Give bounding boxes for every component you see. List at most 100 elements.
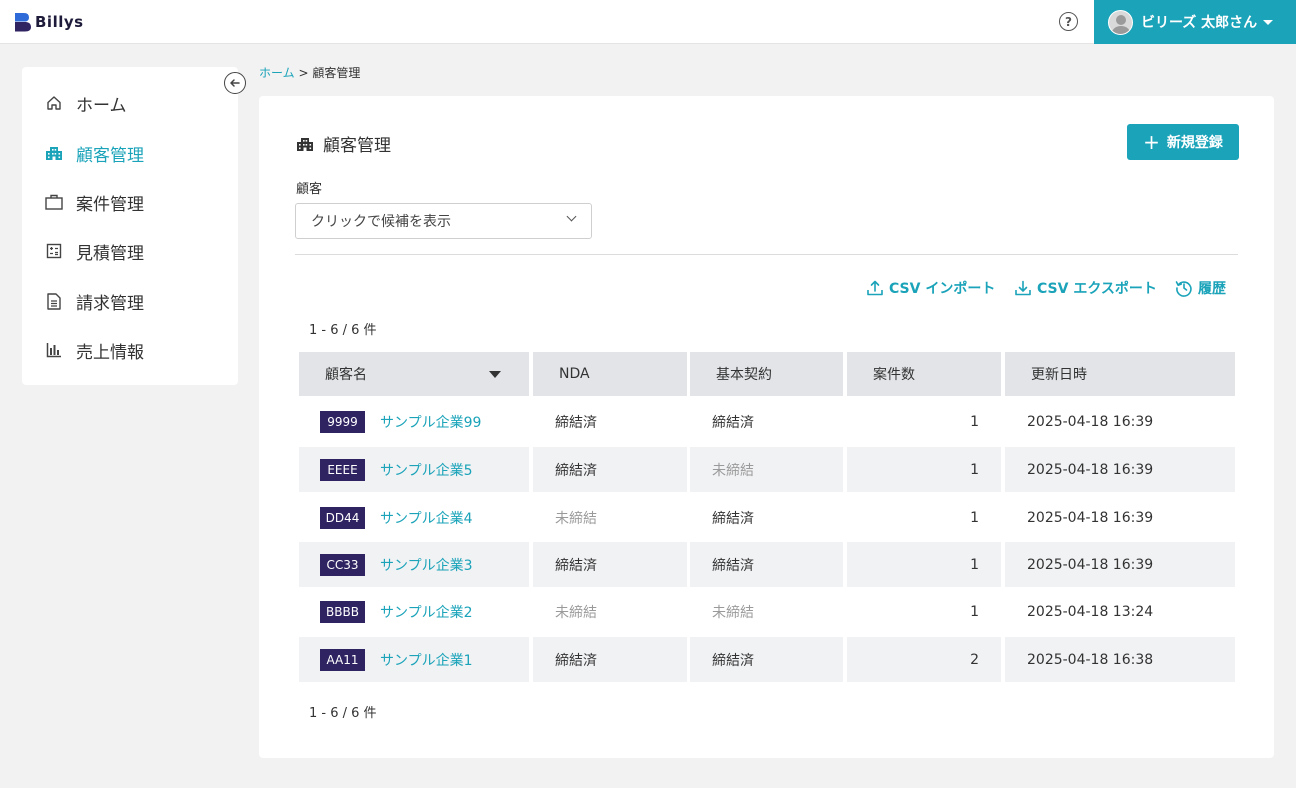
table-row: 9999 サンプル企業99 xyxy=(299,399,529,444)
contract-cell: 未締結 xyxy=(690,589,843,634)
sidebar-item-sales[interactable]: 売上情報 xyxy=(45,334,235,366)
contract-cell: 締結済 xyxy=(690,495,843,540)
history-icon xyxy=(1175,281,1192,297)
sort-desc-icon[interactable] xyxy=(489,371,501,378)
column-header-label: 基本契約 xyxy=(716,367,772,383)
building-icon xyxy=(45,144,63,162)
table-row: EEEE サンプル企業5 xyxy=(299,447,529,492)
logo-text: Billys xyxy=(35,13,84,31)
table-row: AA11 サンプル企業1 xyxy=(299,637,529,682)
cases-cell: 1 xyxy=(847,589,1001,634)
result-count-bottom: 1 - 6 / 6 件 xyxy=(309,706,377,721)
user-name: ビリーズ 太郎さん xyxy=(1141,15,1258,31)
nda-cell: 未締結 xyxy=(533,495,687,540)
user-menu[interactable]: ビリーズ 太郎さん xyxy=(1094,0,1296,44)
sidebar-item-projects[interactable]: 案件管理 xyxy=(45,186,235,218)
customer-select[interactable]: クリックで候補を表示 xyxy=(295,203,592,239)
csv-import-label: CSV インポート xyxy=(889,281,996,297)
app-header: Billys ? ビリーズ 太郎さん xyxy=(0,0,1296,44)
download-icon xyxy=(1015,280,1031,296)
page-title-text: 顧客管理 xyxy=(323,136,391,156)
updated-cell: 2025-04-18 16:39 xyxy=(1005,447,1235,492)
new-registration-button[interactable]: + 新規登録 xyxy=(1127,124,1239,160)
customer-code-badge: AA11 xyxy=(320,648,365,671)
breadcrumb-home-link[interactable]: ホーム xyxy=(259,66,295,80)
customer-code-badge: CC33 xyxy=(320,553,365,576)
chevron-down-icon xyxy=(566,211,577,222)
contract-cell: 締結済 xyxy=(690,637,843,682)
customer-code-badge: BBBB xyxy=(320,600,365,623)
nda-cell: 締結済 xyxy=(533,447,687,492)
bar-chart-icon xyxy=(45,341,63,359)
csv-export-button[interactable]: CSV エクスポート xyxy=(1014,278,1157,298)
sidebar-item-label: 見積管理 xyxy=(76,243,144,264)
table-row: BBBB サンプル企業2 xyxy=(299,589,529,634)
column-header-label: 顧客名 xyxy=(325,367,367,383)
sidebar-item-invoices[interactable]: 請求管理 xyxy=(45,285,235,317)
updated-cell: 2025-04-18 13:24 xyxy=(1005,589,1235,634)
page-title: 顧客管理 xyxy=(296,131,391,156)
table-row: CC33 サンプル企業3 xyxy=(299,542,529,587)
breadcrumb-separator: > xyxy=(298,66,309,80)
column-header-label: 案件数 xyxy=(873,367,915,383)
sidebar-item-label: 売上情報 xyxy=(76,342,144,363)
contract-cell: 締結済 xyxy=(690,399,843,444)
breadcrumb-current: 顧客管理 xyxy=(312,66,361,80)
logo[interactable]: Billys xyxy=(14,11,84,33)
billys-logo-icon xyxy=(15,13,31,32)
divider xyxy=(295,254,1238,255)
home-icon xyxy=(45,94,63,112)
new-button-label: 新規登録 xyxy=(1166,135,1223,151)
customer-name-link[interactable]: サンプル企業3 xyxy=(380,555,473,575)
sidebar-item-home[interactable]: ホーム xyxy=(45,87,235,119)
nda-cell: 未締結 xyxy=(533,589,687,634)
plus-icon: + xyxy=(1143,130,1160,154)
customer-filter-label: 顧客 xyxy=(296,182,323,197)
contract-cell: 未締結 xyxy=(690,447,843,492)
document-icon xyxy=(45,292,63,310)
csv-export-label: CSV エクスポート xyxy=(1037,281,1157,297)
chevron-down-icon xyxy=(1263,19,1274,25)
column-header-name[interactable]: 顧客名 xyxy=(299,352,529,396)
avatar xyxy=(1108,9,1133,35)
customer-name-link[interactable]: サンプル企業2 xyxy=(380,602,473,622)
updated-cell: 2025-04-18 16:39 xyxy=(1005,542,1235,587)
sidebar-item-quotes[interactable]: 見積管理 xyxy=(45,235,235,267)
sidebar-item-label: 顧客管理 xyxy=(76,145,144,166)
customer-name-link[interactable]: サンプル企業1 xyxy=(380,650,473,670)
updated-cell: 2025-04-18 16:39 xyxy=(1005,495,1235,540)
upload-icon xyxy=(867,280,883,296)
customer-name-link[interactable]: サンプル企業5 xyxy=(380,460,473,480)
updated-cell: 2025-04-18 16:38 xyxy=(1005,637,1235,682)
sidebar-item-label: 案件管理 xyxy=(76,194,144,215)
nda-cell: 締結済 xyxy=(533,637,687,682)
table-row: DD44 サンプル企業4 xyxy=(299,495,529,540)
column-header-label: NDA xyxy=(559,366,590,382)
contract-cell: 締結済 xyxy=(690,542,843,587)
customer-select-placeholder: クリックで候補を表示 xyxy=(311,214,451,230)
history-label: 履歴 xyxy=(1198,281,1226,297)
result-count-top: 1 - 6 / 6 件 xyxy=(309,323,377,338)
sidebar-item-label: ホーム xyxy=(76,95,127,116)
cases-cell: 2 xyxy=(847,637,1001,682)
sidebar-item-customers[interactable]: 顧客管理 xyxy=(45,137,235,169)
customer-name-link[interactable]: サンプル企業4 xyxy=(380,508,473,528)
cases-cell: 1 xyxy=(847,447,1001,492)
customer-code-badge: EEEE xyxy=(320,458,365,481)
history-button[interactable]: 履歴 xyxy=(1175,278,1226,298)
customer-name-link[interactable]: サンプル企業99 xyxy=(380,412,481,432)
calculator-icon xyxy=(45,242,63,260)
customer-code-badge: 9999 xyxy=(320,410,365,433)
breadcrumb: ホーム > 顧客管理 xyxy=(259,64,360,81)
column-header-contract: 基本契約 xyxy=(690,352,843,396)
cases-cell: 1 xyxy=(847,399,1001,444)
nda-cell: 締結済 xyxy=(533,542,687,587)
column-header-label: 更新日時 xyxy=(1031,367,1087,383)
customer-code-badge: DD44 xyxy=(320,506,365,529)
column-header-nda: NDA xyxy=(533,352,687,396)
column-header-cases: 案件数 xyxy=(847,352,1001,396)
building-icon xyxy=(297,137,313,151)
help-icon[interactable]: ? xyxy=(1059,12,1078,31)
csv-import-button[interactable]: CSV インポート xyxy=(866,278,995,298)
updated-cell: 2025-04-18 16:39 xyxy=(1005,399,1235,444)
